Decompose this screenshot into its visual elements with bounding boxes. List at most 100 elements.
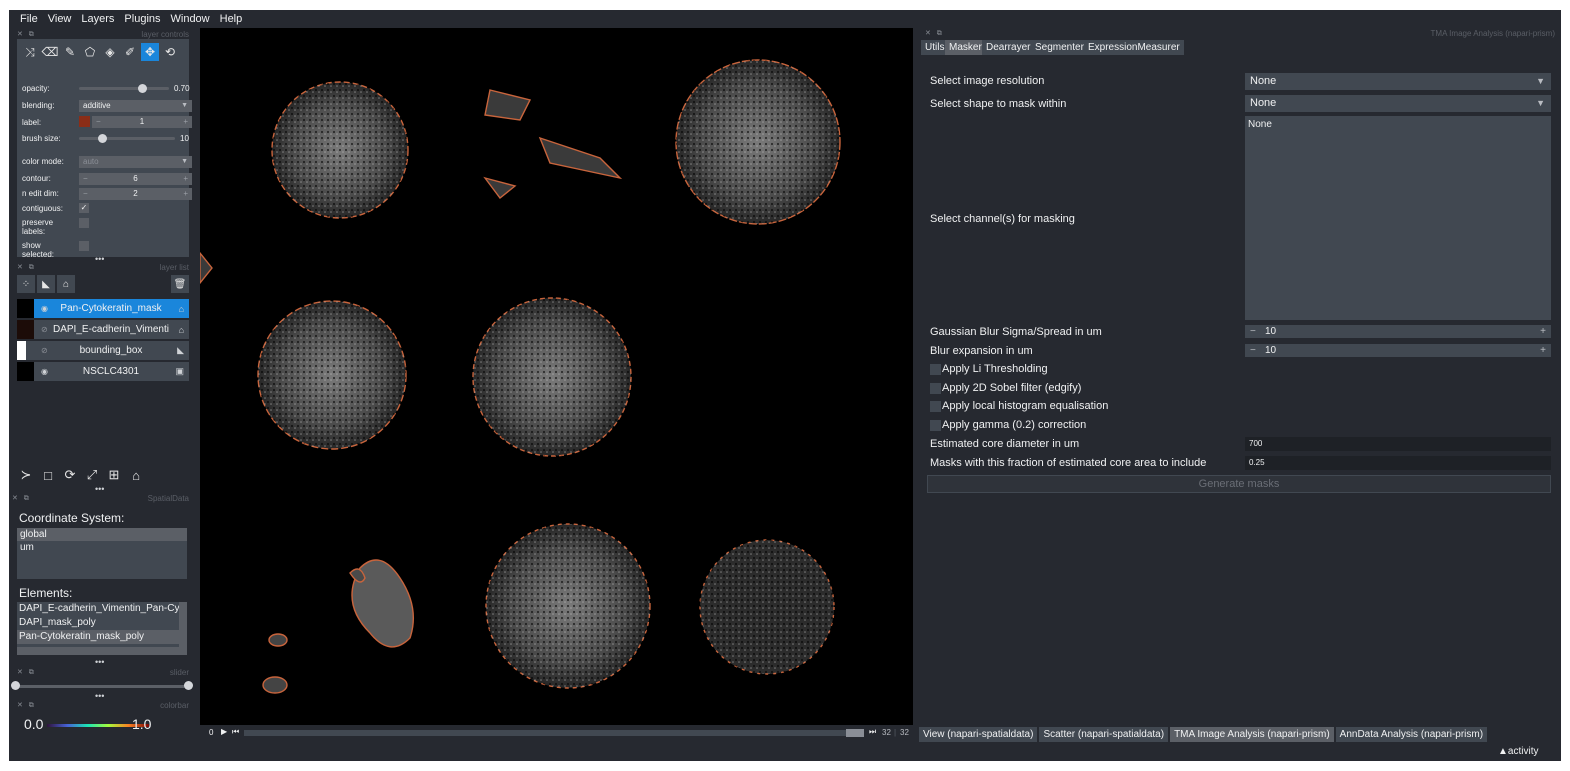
eye-off-icon[interactable]: ⊘	[41, 346, 48, 355]
labels-icon: ⌂	[178, 303, 184, 314]
sobel-checkbox[interactable]	[930, 383, 941, 394]
range-slider-min-handle[interactable]	[11, 681, 20, 690]
layer-row[interactable]: ⊘ bounding_box ◣	[17, 341, 189, 360]
list-item[interactable]: global	[17, 528, 187, 541]
diameter-input[interactable]: 700	[1245, 437, 1551, 451]
tab-scatter-spatialdata[interactable]: Scatter (napari-spatialdata)	[1039, 727, 1169, 742]
shape-combo[interactable]: None ▼	[1245, 95, 1551, 112]
new-shapes-layer-button[interactable]: ◣	[37, 275, 55, 293]
diameter-label: Estimated core diameter in um	[930, 438, 1080, 450]
dims-separator: |	[894, 728, 897, 737]
sigma-spinbox[interactable]: −10 +	[1245, 325, 1551, 338]
histogram-checkbox[interactable]	[930, 401, 941, 412]
tab-segmenter[interactable]: Segmenter	[1031, 40, 1088, 55]
blending-combo[interactable]: additive ▼	[79, 100, 192, 112]
li-threshold-checkbox[interactable]	[930, 364, 941, 375]
contiguous-checkbox[interactable]: ✓	[79, 203, 89, 213]
image-canvas[interactable]	[200, 28, 913, 725]
channels-list[interactable]: None	[1245, 116, 1551, 320]
dock-buttons[interactable]: ✕ ⧉	[925, 29, 944, 38]
dock-buttons[interactable]: ✕ ⧉	[17, 701, 36, 710]
opacity-slider[interactable]	[79, 87, 169, 90]
layer-row[interactable]: ◉ Pan-Cytokeratin_mask ⌂	[17, 299, 189, 318]
vertical-scrollbar[interactable]	[179, 602, 187, 647]
tab-anndata-analysis[interactable]: AnnData Analysis (napari-prism)	[1335, 727, 1488, 742]
shuffle-colors-icon[interactable]: ⤨	[21, 43, 39, 61]
roll-icon[interactable]: ⟳	[61, 466, 79, 484]
eraser-icon[interactable]: ⌫	[41, 43, 59, 61]
color-picker-icon[interactable]: ✐	[121, 43, 139, 61]
tab-expression-measurer[interactable]: ExpressionMeasurer	[1084, 40, 1184, 55]
play-icon[interactable]: ▶	[221, 727, 227, 736]
delete-layer-button[interactable]: 🗑	[171, 275, 189, 293]
paint-brush-icon[interactable]: ✎	[61, 43, 79, 61]
expansion-label: Blur expansion in um	[930, 345, 1033, 357]
brush-size-label: brush size:	[22, 134, 61, 143]
label-spinbox[interactable]: −1 +	[92, 116, 192, 128]
splitter-handle[interactable]: •••	[95, 657, 104, 667]
home-icon[interactable]: ⌂	[127, 466, 145, 484]
activity-button[interactable]: ▲activity	[1498, 746, 1538, 757]
list-item[interactable]: DAPI_E-cadherin_Vimentin_Pan-Cytoke	[17, 602, 179, 616]
show-selected-checkbox[interactable]	[79, 241, 89, 251]
menu-help[interactable]: Help	[215, 13, 248, 25]
expansion-spinbox[interactable]: −10 +	[1245, 344, 1551, 357]
dock-buttons[interactable]: ✕ ⧉	[12, 494, 31, 503]
tma-panel-header: ✕ ⧉ TMA Image Analysis (napari-prism)	[925, 28, 1555, 38]
menu-window[interactable]: Window	[166, 13, 215, 25]
menu-file[interactable]: File	[15, 13, 43, 25]
generate-masks-button[interactable]: Generate masks	[927, 475, 1551, 493]
preserve-labels-checkbox[interactable]	[79, 218, 89, 228]
step-back-icon[interactable]: ⏮	[232, 727, 239, 737]
label-color-swatch[interactable]	[79, 116, 90, 127]
tab-tma-image-analysis[interactable]: TMA Image Analysis (napari-prism)	[1170, 727, 1334, 742]
transform-icon[interactable]: ⟲	[161, 43, 179, 61]
grid-icon[interactable]: ⊞	[105, 466, 123, 484]
layer-list-header: ✕ ⧉ layer list	[17, 262, 189, 272]
list-item[interactable]: DAPI_mask_poly	[17, 616, 179, 630]
brush-size-slider[interactable]	[79, 137, 175, 140]
console-icon[interactable]: ≻	[17, 466, 35, 484]
dims-slider-handle[interactable]	[846, 729, 864, 737]
eye-off-icon[interactable]: ⊘	[41, 325, 48, 334]
eye-icon[interactable]: ◉	[41, 367, 48, 376]
new-points-layer-button[interactable]: ⁘	[17, 275, 35, 293]
ndisplay-icon[interactable]: □	[39, 466, 57, 484]
dock-buttons[interactable]: ✕ ⧉	[17, 30, 36, 39]
transpose-icon[interactable]: ⤢	[83, 466, 101, 484]
range-slider[interactable]	[15, 685, 189, 688]
brush-size-handle[interactable]	[98, 134, 107, 143]
menu-view[interactable]: View	[43, 13, 77, 25]
color-mode-combo[interactable]: auto ▼	[79, 156, 192, 168]
layer-row[interactable]: ◉ NSCLC4301 ▣	[17, 362, 189, 381]
dock-buttons[interactable]: ✕ ⧉	[17, 263, 36, 272]
step-forward-icon[interactable]: ⏭	[869, 727, 876, 737]
gamma-checkbox[interactable]	[930, 420, 941, 431]
list-item[interactable]: um	[17, 541, 187, 554]
resolution-combo[interactable]: None ▼	[1245, 73, 1551, 90]
dims-slider-track[interactable]	[244, 730, 864, 736]
horizontal-scrollbar[interactable]	[17, 647, 187, 655]
contour-spinbox[interactable]: −6 +	[79, 173, 192, 185]
layer-name: NSCLC4301	[82, 366, 140, 377]
elements-label: Elements:	[19, 586, 73, 600]
tab-masker[interactable]: Masker	[945, 40, 986, 55]
menu-plugins[interactable]: Plugins	[119, 13, 165, 25]
n-edit-dim-spinbox[interactable]: −2 +	[79, 188, 192, 200]
opacity-slider-handle[interactable]	[138, 84, 147, 93]
elements-list: DAPI_E-cadherin_Vimentin_Pan-Cytoke DAPI…	[17, 602, 187, 655]
polygon-icon[interactable]: ⬠	[81, 43, 99, 61]
menu-layers[interactable]: Layers	[76, 13, 119, 25]
range-slider-max-handle[interactable]	[184, 681, 193, 690]
new-labels-layer-button[interactable]: ⌂	[57, 275, 75, 293]
dock-buttons[interactable]: ✕ ⧉	[17, 668, 36, 677]
tab-view-spatialdata[interactable]: View (napari-spatialdata)	[919, 727, 1038, 742]
layer-row[interactable]: ⊘ DAPI_E-cadherin_Vimentin... ⌂	[17, 320, 189, 339]
dims-start-value: 0	[209, 728, 214, 737]
fraction-input[interactable]: 0.25	[1245, 456, 1551, 470]
tab-dearrayer[interactable]: Dearrayer	[982, 40, 1035, 55]
pan-zoom-icon[interactable]: ✥	[141, 43, 159, 61]
fill-bucket-icon[interactable]: ◈	[101, 43, 119, 61]
eye-icon[interactable]: ◉	[41, 304, 48, 313]
list-item[interactable]: Pan-Cytokeratin_mask_poly	[17, 630, 179, 644]
